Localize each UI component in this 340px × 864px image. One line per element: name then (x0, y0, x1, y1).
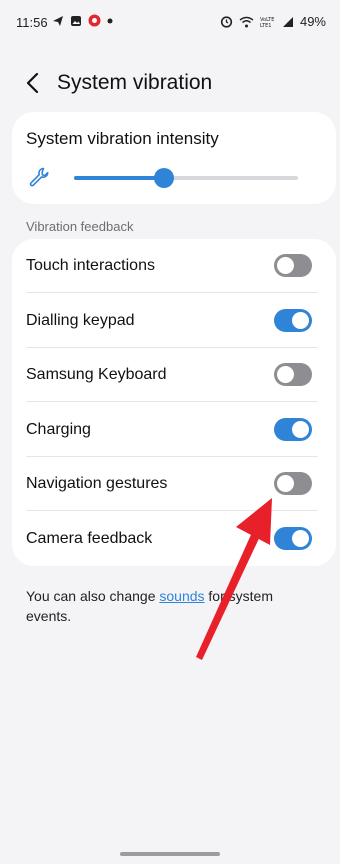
page-title: System vibration (57, 71, 213, 94)
intensity-slider-thumb[interactable] (153, 168, 174, 188)
record-icon (88, 14, 101, 27)
section-label: Vibration feedback (26, 219, 134, 234)
wifi-icon (239, 16, 254, 27)
status-time: 11:56 (16, 15, 48, 30)
status-system-icons: VoLTE LTE1 49% (220, 14, 326, 29)
chevron-left-icon (26, 72, 39, 94)
back-button[interactable] (18, 68, 48, 98)
setting-row[interactable]: Camera feedback (12, 512, 336, 566)
setting-label: Navigation gestures (26, 475, 168, 492)
sounds-link[interactable]: sounds (159, 588, 204, 604)
footer-note: You can also change sounds for system ev… (26, 586, 306, 626)
setting-row[interactable]: Navigation gestures (12, 457, 336, 511)
setting-row[interactable]: Samsung Keyboard (12, 348, 336, 402)
intensity-card: System vibration intensity (12, 112, 336, 204)
gallery-icon (71, 15, 81, 26)
toggle-knob (292, 311, 309, 329)
setting-toggle[interactable] (274, 526, 312, 550)
setting-toggle[interactable] (274, 472, 312, 495)
setting-toggle[interactable] (274, 363, 312, 386)
header: System vibration (0, 60, 340, 106)
battery-percent: 49% (299, 14, 326, 29)
setting-toggle[interactable] (274, 417, 312, 441)
footer-text-before: You can also change (26, 588, 160, 604)
vibration-feedback-list: Touch interactions Dialling keypad Samsung… (12, 239, 336, 566)
volte-icon: VoLTELTE1 (260, 17, 274, 28)
toggle-knob (292, 420, 309, 438)
navigation-handle[interactable] (120, 852, 220, 856)
svg-text:LTE1: LTE1 (260, 23, 272, 28)
toggle-knob (277, 475, 294, 492)
dot-icon (107, 18, 113, 23)
status-notification-icons (52, 14, 113, 27)
wrench-icon (29, 167, 49, 187)
telegram-icon (53, 15, 63, 26)
setting-row[interactable]: Dialling keypad (12, 294, 336, 348)
signal-icon (282, 16, 293, 27)
setting-toggle[interactable] (274, 254, 312, 277)
status-bar: 11:56 VoLTE LTE1 49% (0, 0, 340, 44)
setting-label: Camera feedback (26, 529, 153, 547)
setting-label: Touch interactions (26, 257, 155, 274)
setting-row[interactable]: Touch interactions (12, 239, 336, 293)
toggle-knob (277, 257, 294, 274)
intensity-slider[interactable] (74, 168, 298, 188)
toggle-knob (277, 366, 294, 383)
setting-label: Samsung Keyboard (26, 366, 167, 383)
intensity-slider-fill (74, 176, 164, 180)
setting-label: Charging (26, 420, 91, 438)
setting-toggle[interactable] (274, 308, 312, 332)
setting-row[interactable]: Charging (12, 403, 336, 457)
setting-label: Dialling keypad (26, 311, 135, 329)
intensity-title: System vibration intensity (26, 129, 219, 148)
alarm-icon (220, 16, 233, 28)
toggle-knob (292, 529, 309, 547)
